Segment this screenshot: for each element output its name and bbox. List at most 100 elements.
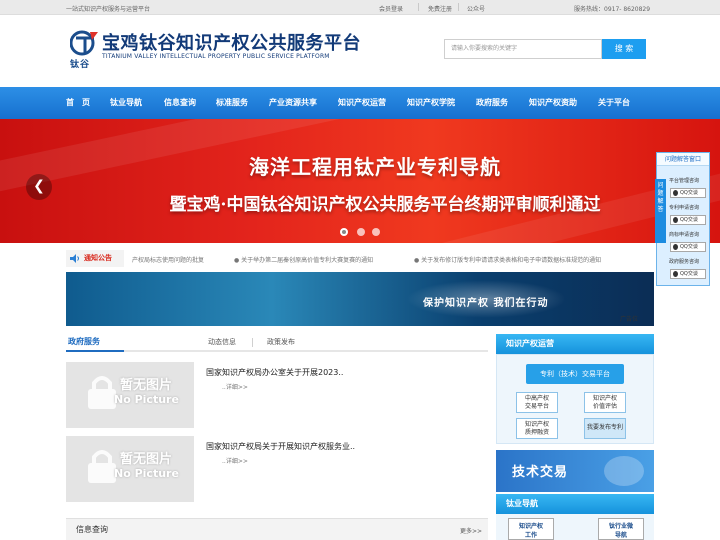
news-thumbnail[interactable]: 暂无图片 No Picture (66, 436, 194, 502)
qa-float-panel: 问题解答窗口 问题解答 平台管理咨询 QQ交谈 专利申请咨询 QQ交谈 商标申请… (655, 152, 710, 286)
banner-prev-button[interactable]: ❮ (26, 174, 52, 200)
carousel-dot-3[interactable] (372, 228, 380, 236)
top-bar: 一站式知识产权服务与运营平台 会员登录 免费注册 公众号 服务热线：0917- … (0, 0, 720, 15)
qa-item-label: 平台管理咨询 (669, 178, 700, 184)
no-picture-text-en: No Picture (114, 467, 179, 480)
nav-item-ip-operation[interactable]: 知识产权运营 (338, 97, 386, 108)
qa-item-label: 政府服务咨询 (669, 259, 700, 265)
carousel-dot-2[interactable] (357, 228, 365, 236)
ip-pledge-financing-button[interactable]: 知识产权 质押融资 (516, 418, 558, 439)
divider (458, 3, 459, 11)
register-link[interactable]: 免费注册 (428, 4, 452, 13)
news-title[interactable]: 国家知识产权局关于开展知识产权服务业.. (206, 441, 355, 452)
info-query-section: 信息查询 更多>> (66, 518, 488, 540)
nav-item-ip-funding[interactable]: 知识产权资助 (529, 97, 577, 108)
button-label: 交易平台 (524, 403, 549, 410)
site-title: 宝鸡钛谷知识产权公共服务平台 (102, 33, 361, 54)
notice-label-text: 通知公告 (84, 254, 112, 262)
ip-work-card[interactable]: 知识产权 工作 (508, 518, 554, 540)
ad-banner[interactable]: 保护知识产权 我们在行动 (66, 272, 654, 326)
search-input[interactable]: 请输入你要搜索的关键字 (444, 39, 602, 59)
banner-headline: 海洋工程用钛产业专利导航 (249, 155, 501, 179)
notice-item[interactable]: ● 关于举办第二届秦创原高价值专利大赛复赛的通知 (234, 255, 373, 264)
logo-icon[interactable] (70, 29, 100, 59)
nav-item-about[interactable]: 关于平台 (598, 97, 630, 108)
search-button[interactable]: 搜 索 (602, 39, 646, 59)
news-title[interactable]: 国家知识产权局办公室关于开展2023.. (206, 367, 343, 378)
logo-mark-text: 钛谷 (70, 60, 91, 70)
publish-patent-button[interactable]: 我要发布专利 (584, 418, 626, 439)
patent-trade-platform-button[interactable]: 专利（技术）交易平台 (526, 364, 624, 384)
qq-chat-button[interactable]: QQ交谈 (670, 269, 706, 279)
ip-trade-platform-button[interactable]: 中高产权 交易平台 (516, 392, 558, 413)
card-label: 钛行业微 (608, 523, 633, 530)
list-item[interactable]: 暂无图片 No Picture 国家知识产权局关于开展知识产权服务业.. ..详… (66, 436, 488, 502)
nav-item-info-query[interactable]: 信息查询 (164, 97, 196, 108)
ip-value-evaluation-button[interactable]: 知识产权 价值评估 (584, 392, 626, 413)
hero-banner[interactable]: 海洋工程用钛产业专利导航 暨宝鸡·中国钛谷知识产权公共服务平台终期评审顺利通过 (0, 119, 720, 243)
qa-panel-header[interactable]: 问题解答窗口 (657, 153, 709, 166)
card-label: 工作 (524, 532, 537, 539)
notice-label: 通知公告 (66, 250, 124, 267)
service-hotline: 服务热线：0917- 8620829 (574, 6, 651, 13)
nav-item-home[interactable]: 首 页 (66, 97, 90, 108)
member-login-link[interactable]: 会员登录 (379, 4, 403, 13)
carousel-dot-1[interactable] (340, 228, 348, 236)
active-tab-indicator (66, 350, 124, 352)
card-label: 导航 (614, 532, 627, 539)
site-slogan: 一站式知识产权服务与运营平台 (66, 6, 151, 13)
notice-bar: 通知公告 产权局标志使用问题的批复 ● 关于举办第二届秦创原高价值专利大赛复赛的… (66, 250, 656, 267)
no-picture-text: 暂无图片 (120, 378, 173, 393)
tab-policy[interactable]: 政策发布 (267, 337, 295, 347)
news-detail-link[interactable]: ..详细>> (222, 382, 248, 391)
lock-icon (88, 376, 116, 409)
button-label: 价值评估 (592, 403, 617, 410)
nav-item-standards[interactable]: 标准服务 (216, 97, 248, 108)
qq-icon (673, 190, 678, 196)
ti-micro-nav-card[interactable]: 钛行业微 导航 (598, 518, 644, 540)
more-link[interactable]: 更多>> (460, 526, 482, 535)
tech-trade-banner[interactable]: 技术交易 (496, 450, 654, 492)
chevron-left-icon: ❮ (33, 178, 45, 194)
list-item[interactable]: 暂无图片 No Picture 国家知识产权局办公室关于开展2023.. ..详… (66, 362, 488, 428)
notice-item[interactable]: 产权局标志使用问题的批复 (132, 255, 204, 264)
button-label: 质押融资 (524, 429, 549, 436)
handshake-icon (604, 456, 644, 486)
nav-item-gov-service[interactable]: 政府服务 (476, 97, 508, 108)
qq-chat-label: QQ交谈 (680, 190, 698, 196)
site-subtitle: TITANIUM VALLEY INTELLECTUAL PROPERTY PU… (102, 53, 330, 60)
nav-item-resource-sharing[interactable]: 产业资源共享 (269, 97, 317, 108)
qq-chat-button[interactable]: QQ交谈 (670, 215, 706, 225)
qq-chat-label: QQ交谈 (680, 244, 698, 250)
qq-icon (673, 217, 678, 223)
qq-chat-label: QQ交谈 (680, 271, 698, 277)
nav-item-ti-navigation[interactable]: 钛业导航 (110, 97, 142, 108)
qq-chat-button[interactable]: QQ交谈 (670, 242, 706, 252)
no-picture-text: 暂无图片 (120, 452, 173, 467)
lock-icon (88, 450, 116, 483)
tab-gov-service[interactable]: 政府服务 (68, 336, 100, 347)
section-title: 信息查询 (76, 525, 108, 534)
qa-panel-tab[interactable]: 问题解答 (655, 179, 666, 243)
ad-text: 保护知识产权 我们在行动 (423, 298, 549, 309)
qq-chat-label: QQ交谈 (680, 217, 698, 223)
button-label: 中高产权 (524, 395, 549, 402)
notice-item[interactable]: ● 关于发布修订版专利申请请求类表格和电子申请数据标准规范的通知 (414, 255, 601, 264)
banner-subheadline: 暨宝鸡·中国钛谷知识产权公共服务平台终期评审顺利通过 (169, 195, 601, 215)
qq-icon (673, 271, 678, 277)
nav-item-ip-academy[interactable]: 知识产权学院 (407, 97, 455, 108)
button-label: 知识产权 (524, 421, 549, 428)
ip-operation-header: 知识产权运营 (496, 334, 654, 354)
qq-chat-button[interactable]: QQ交谈 (670, 188, 706, 198)
news-detail-link[interactable]: ..详细>> (222, 456, 248, 465)
divider (252, 338, 253, 347)
qa-item-label: 专利申请咨询 (669, 205, 700, 211)
ad-tag: 广告位 (620, 316, 639, 323)
tech-trade-text: 技术交易 (512, 465, 569, 480)
tab-dynamic-info[interactable]: 动态信息 (208, 337, 236, 347)
news-tabs: 政府服务 动态信息 政策发布 (66, 334, 488, 352)
qq-icon (673, 244, 678, 250)
wechat-link[interactable]: 公众号 (467, 4, 485, 13)
button-label: 知识产权 (592, 395, 617, 402)
news-thumbnail[interactable]: 暂无图片 No Picture (66, 362, 194, 428)
